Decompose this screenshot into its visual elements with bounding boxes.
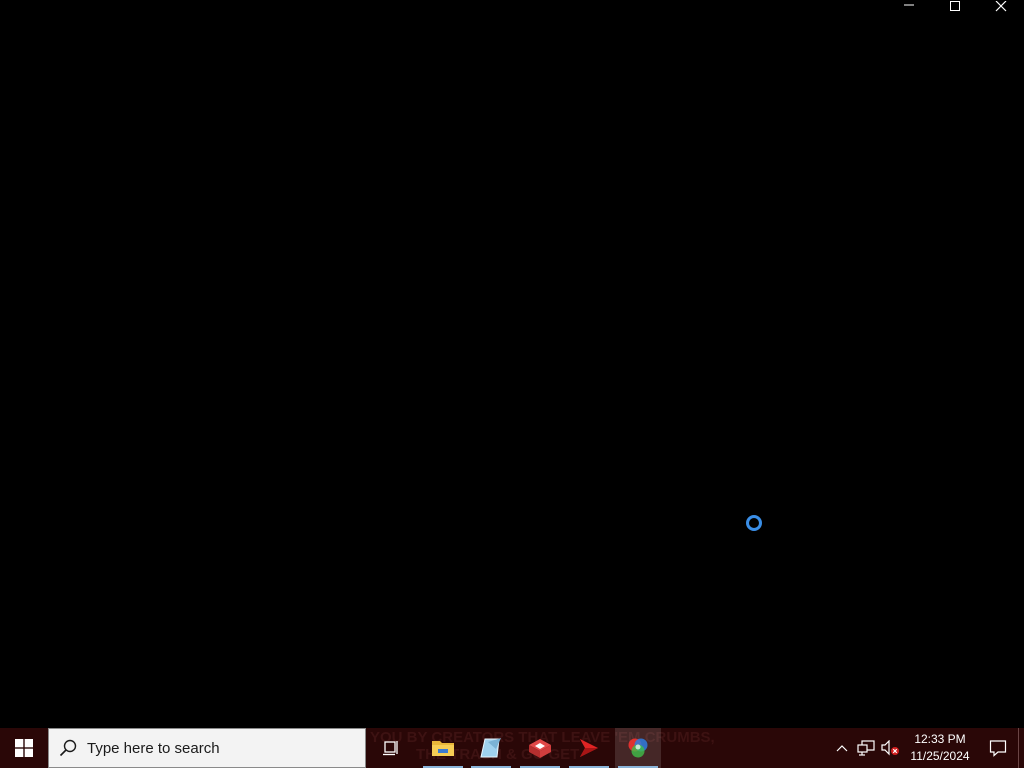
close-button[interactable] <box>978 0 1024 14</box>
maximize-icon <box>950 1 960 11</box>
color-app-icon <box>628 738 648 758</box>
app-red-arrow-icon <box>580 739 598 757</box>
search-placeholder: Type here to search <box>87 739 220 757</box>
taskbar-app-file-explorer[interactable] <box>420 728 466 768</box>
search-icon <box>59 739 77 757</box>
close-icon <box>995 1 1007 12</box>
system-tray: 12:33 PM 11/25/2024 <box>830 728 1024 768</box>
minimize-button[interactable] <box>886 0 932 14</box>
start-button[interactable] <box>0 728 48 768</box>
task-view-button[interactable] <box>370 728 414 768</box>
taskbar-app-red-box[interactable] <box>517 728 563 768</box>
volume-muted-icon <box>881 740 899 756</box>
search-input[interactable]: Type here to search <box>48 728 366 768</box>
maximize-button[interactable] <box>932 0 978 14</box>
notification-icon <box>989 740 1007 757</box>
taskbar-app-notepad[interactable] <box>468 728 514 768</box>
volume-button[interactable] <box>878 728 902 768</box>
network-button[interactable] <box>854 728 878 768</box>
file-explorer-icon <box>432 741 454 756</box>
action-center-button[interactable] <box>978 728 1018 768</box>
spinner-icon <box>746 515 762 531</box>
app-red-box-icon <box>529 739 551 758</box>
clock[interactable]: 12:33 PM 11/25/2024 <box>902 728 978 768</box>
minimize-icon <box>904 4 914 6</box>
chevron-up-icon <box>836 745 848 752</box>
window-caption-buttons <box>886 0 1024 14</box>
show-desktop-button[interactable] <box>1018 728 1024 768</box>
taskbar-app-red-arrow[interactable] <box>566 728 612 768</box>
clock-date: 11/25/2024 <box>910 749 970 763</box>
clock-time: 12:33 PM <box>914 732 966 746</box>
windows-logo-icon <box>15 739 33 757</box>
app-window: Type here to search YOU BY CREATORS THAT… <box>0 0 1024 768</box>
network-icon <box>857 740 875 756</box>
taskbar-app-color[interactable] <box>615 728 661 768</box>
show-hidden-icons-button[interactable] <box>830 728 854 768</box>
notepad-icon <box>480 738 501 758</box>
task-view-icon <box>383 741 398 756</box>
